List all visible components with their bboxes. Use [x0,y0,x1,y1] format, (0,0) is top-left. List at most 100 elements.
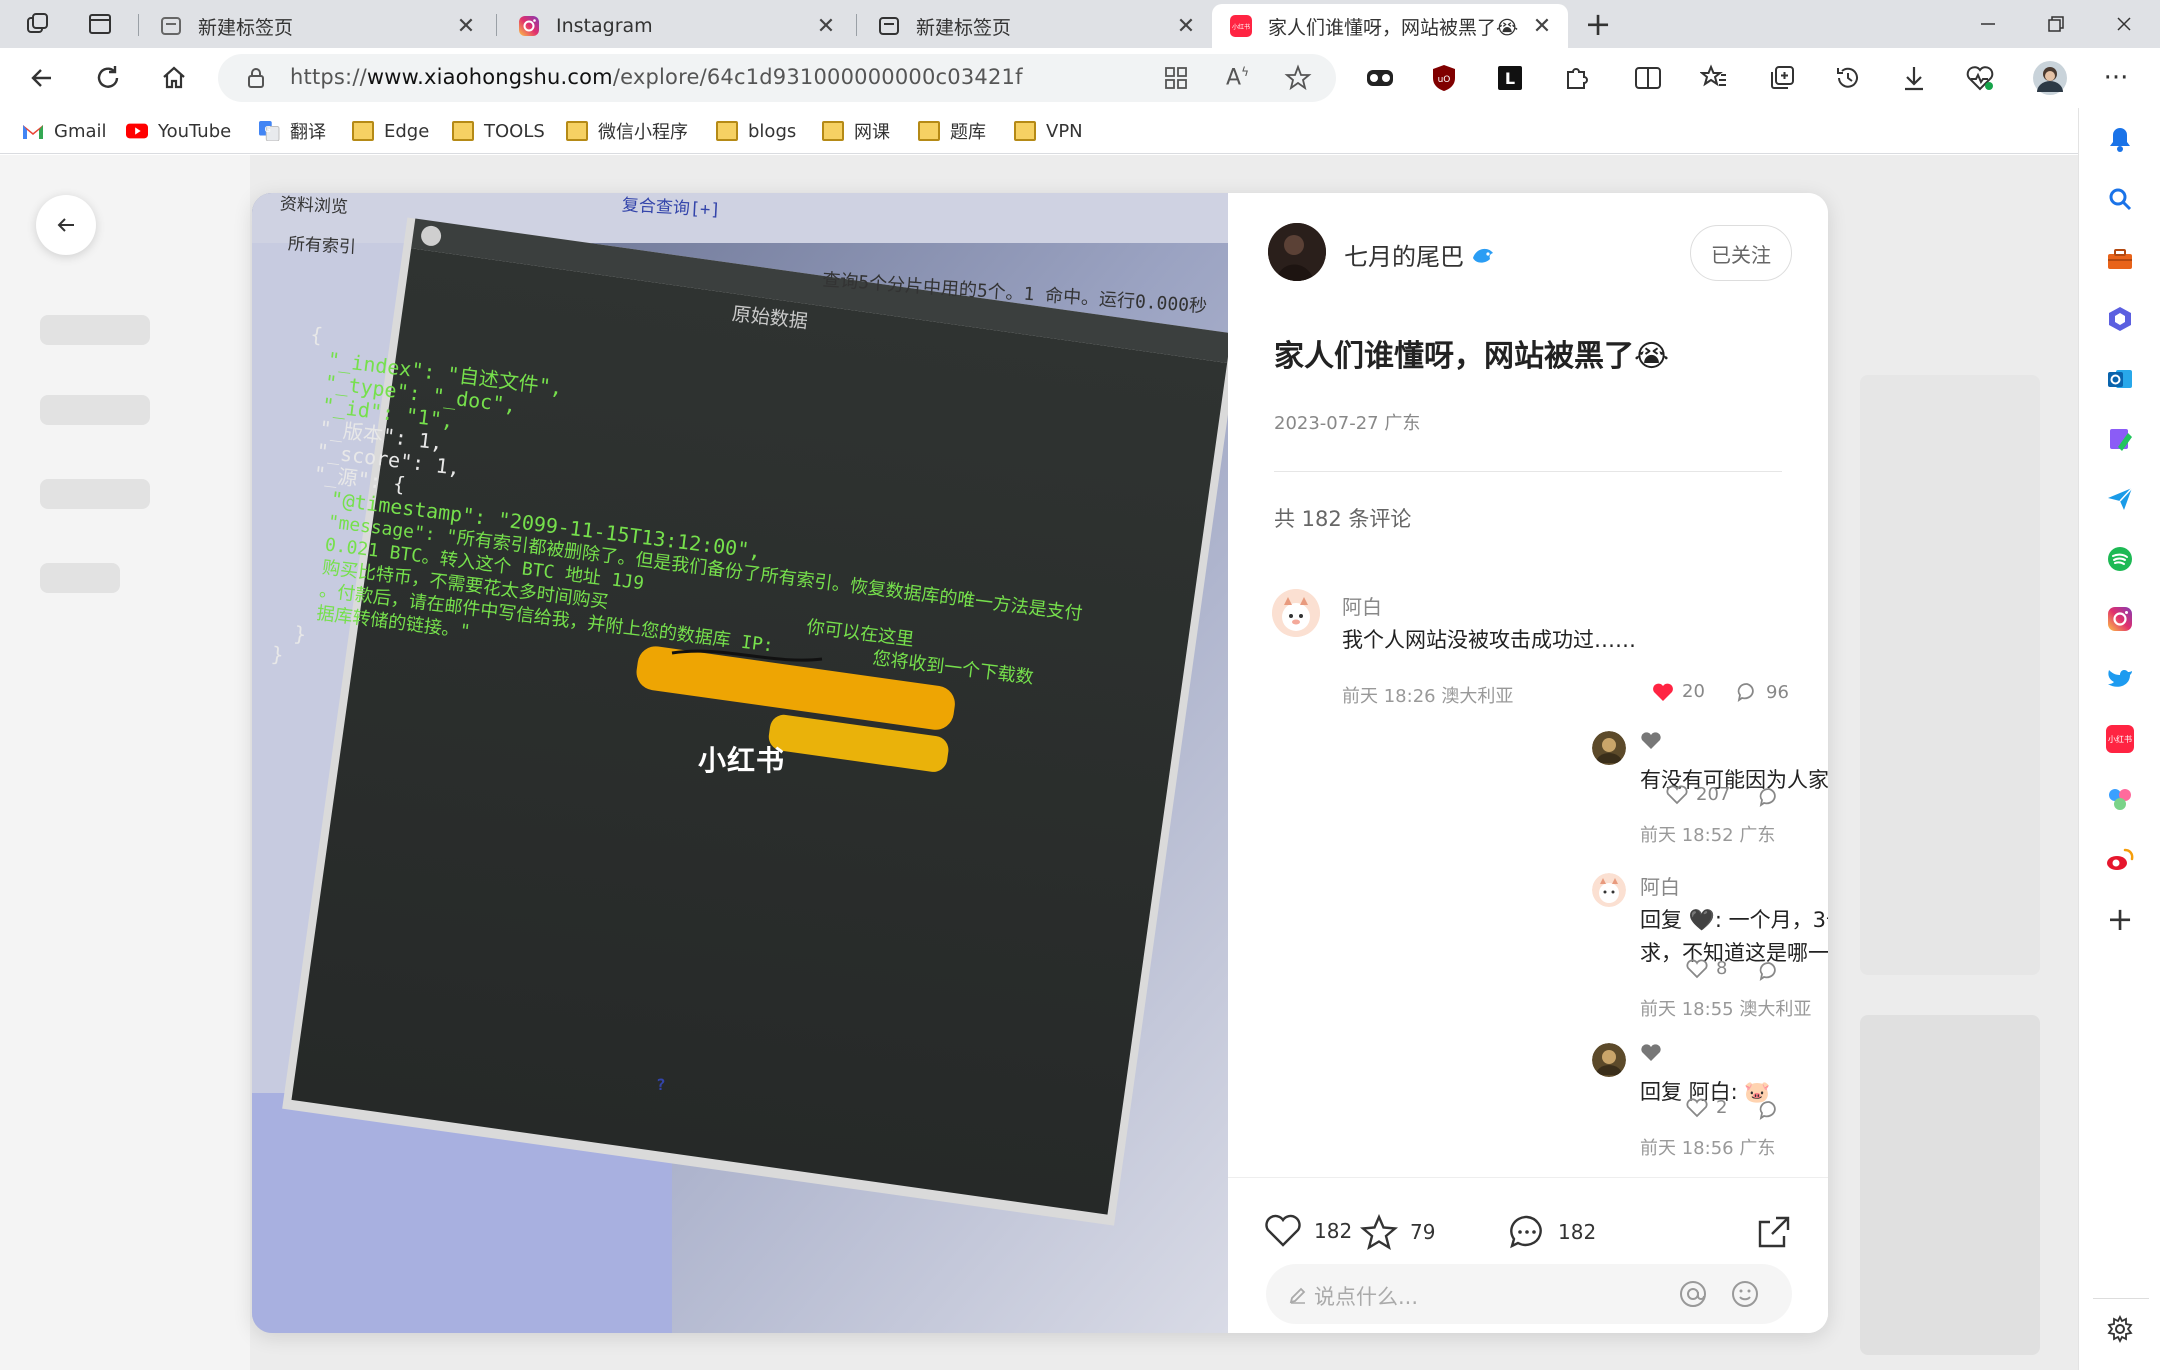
comment-like-button[interactable]: 20 [1652,681,1705,702]
comment-reply-button[interactable]: 96 [1736,681,1789,703]
favorite-star-icon[interactable] [1284,64,1312,96]
bookmark-folder-courses[interactable]: 网课 [822,116,890,146]
add-sidebar-app-button[interactable]: + [2105,900,2135,938]
collect-button[interactable]: 79 [1360,1214,1435,1250]
bookmark-translate[interactable]: G 翻译 [258,116,326,146]
tab-strip: 新建标签页 ✕ Instagram ✕ 新建标签页 ✕ 小红书 家人们谁懂呀，网… [0,0,2160,48]
bookmarks-bar: Gmail YouTube G 翻译 Edge TOOLS 微信小程序 blog… [0,108,2160,154]
follow-button[interactable]: 已关注 [1690,225,1792,281]
share-icon [1758,1216,1790,1248]
drop-icon[interactable] [2105,424,2135,454]
extensions-puzzle-icon[interactable] [1556,58,1596,98]
extension-glasses-icon[interactable] [1360,58,1400,98]
settings-more-button[interactable]: ··· [2096,58,2136,98]
close-tab-icon[interactable]: ✕ [1530,14,1554,39]
twitter-icon[interactable] [2105,664,2135,694]
commenter-name[interactable] [1640,1043,1662,1068]
toolbox-icon[interactable] [2105,244,2135,274]
author-name[interactable]: 七月的尾巴 [1344,237,1496,272]
commenter-avatar[interactable] [1592,731,1626,765]
tab-instagram[interactable]: Instagram ✕ [500,4,852,48]
ublock-icon[interactable]: uO [1424,58,1464,98]
commenter-name[interactable]: 阿白 [1640,871,1680,900]
close-tab-icon[interactable]: ✕ [1174,14,1198,39]
spotify-icon[interactable] [2105,544,2135,574]
commenter-avatar[interactable] [1592,1043,1626,1077]
bell-icon[interactable] [2105,124,2135,154]
search-icon[interactable] [2105,184,2135,214]
profile-avatar[interactable] [2030,58,2070,98]
new-tab-icon [878,15,900,37]
restore-button[interactable] [2036,8,2076,40]
black-heart-icon [1641,1044,1661,1061]
back-button[interactable] [22,58,62,98]
note-image[interactable]: 资料浏览 所有索引 复合查询[+] 查询5个分片中用的5个。1 命中。运行0.0… [252,193,1228,1333]
note-side-panel: 七月的尾巴 已关注 家人们谁懂呀，网站被黑了😭 2023-07-27 广东 共 … [1228,193,1828,1333]
performance-icon[interactable] [1960,58,2000,98]
tab-new-2[interactable]: 新建标签页 ✕ [860,4,1212,48]
commenter-name[interactable]: 阿白 [1342,591,1382,620]
downloads-icon[interactable] [1894,58,1934,98]
mention-icon[interactable] [1678,1279,1708,1309]
extension-l-icon[interactable]: L [1490,58,1530,98]
xiaohongshu-icon[interactable]: 小红书 [2105,724,2135,754]
sidebar-settings-icon[interactable] [2105,1314,2135,1344]
commenter-avatar[interactable] [1592,873,1626,907]
close-tab-icon[interactable]: ✕ [814,14,838,39]
bookmark-folder-blogs[interactable]: blogs [716,116,796,146]
close-tab-icon[interactable]: ✕ [454,14,478,39]
comment-button[interactable]: 182 [1508,1214,1596,1250]
author-avatar[interactable] [1268,223,1326,281]
reply-comment-button[interactable] [1758,786,1788,808]
instagram-icon[interactable] [2105,604,2135,634]
minimize-button[interactable] [1968,8,2008,40]
reply-like-button[interactable]: 207 [1666,784,1730,805]
bookmark-folder-wechat[interactable]: 微信小程序 [566,116,688,146]
emoji-icon[interactable] [1730,1279,1760,1309]
tab-xiaohongshu[interactable]: 小红书 家人们谁懂呀，网站被黑了😭 ✕ [1212,4,1568,48]
close-note-back-button[interactable] [36,195,96,255]
bookmark-folder-questions[interactable]: 题库 [918,116,986,146]
outlook-icon[interactable] [2105,364,2135,394]
share-button[interactable] [1756,1214,1804,1250]
like-button[interactable]: 182 [1264,1214,1352,1248]
favorites-icon[interactable] [1694,58,1734,98]
bookmark-folder-tools[interactable]: TOOLS [452,116,545,146]
home-button[interactable] [154,58,194,98]
games-icon[interactable] [2105,784,2135,814]
tab-new-1[interactable]: 新建标签页 ✕ [142,4,492,48]
history-icon[interactable] [1828,58,1868,98]
commenter-avatar[interactable] [1272,589,1320,637]
bookmark-folder-edge[interactable]: Edge [352,116,429,146]
bookmark-youtube[interactable]: YouTube [126,116,231,146]
black-heart-icon [1641,732,1661,749]
reply-like-button[interactable]: 2 [1686,1097,1727,1118]
split-screen-icon[interactable] [1628,58,1668,98]
bookmark-gmail[interactable]: Gmail [22,116,107,146]
folder-icon [918,121,940,141]
new-tab-button[interactable]: + [1584,5,1612,43]
address-bar[interactable]: https://www.xiaohongshu.com/explore/64c1… [218,54,1336,102]
workspaces-icon[interactable] [24,10,52,38]
tab-actions-icon[interactable] [86,10,114,38]
folder-icon [566,121,588,141]
close-window-button[interactable] [2104,8,2144,40]
new-tab-icon [160,15,182,37]
read-aloud-icon[interactable]: Aϟ [1226,65,1249,90]
weibo-icon[interactable] [2105,844,2135,874]
copilot-icon[interactable] [2105,304,2135,334]
bookmark-folder-vpn[interactable]: VPN [1014,116,1083,146]
app-available-icon[interactable] [1164,66,1188,94]
xiaohongshu-watermark: 小红书 [698,744,786,777]
commenter-name[interactable] [1640,731,1662,756]
comment-input[interactable]: 说点什么... [1266,1264,1792,1324]
collections-icon[interactable] [1762,58,1802,98]
refresh-button[interactable] [88,58,128,98]
lock-icon[interactable] [246,67,266,93]
url-text: https://www.xiaohongshu.com/explore/64c1… [290,65,1023,89]
reply-like-button[interactable]: 8 [1686,958,1727,979]
reply-comment-button[interactable] [1758,1099,1788,1121]
reply-comment-button[interactable] [1758,960,1788,982]
edge-sidebar: 小红书 + [2078,108,2160,1370]
send-icon[interactable] [2105,484,2135,514]
